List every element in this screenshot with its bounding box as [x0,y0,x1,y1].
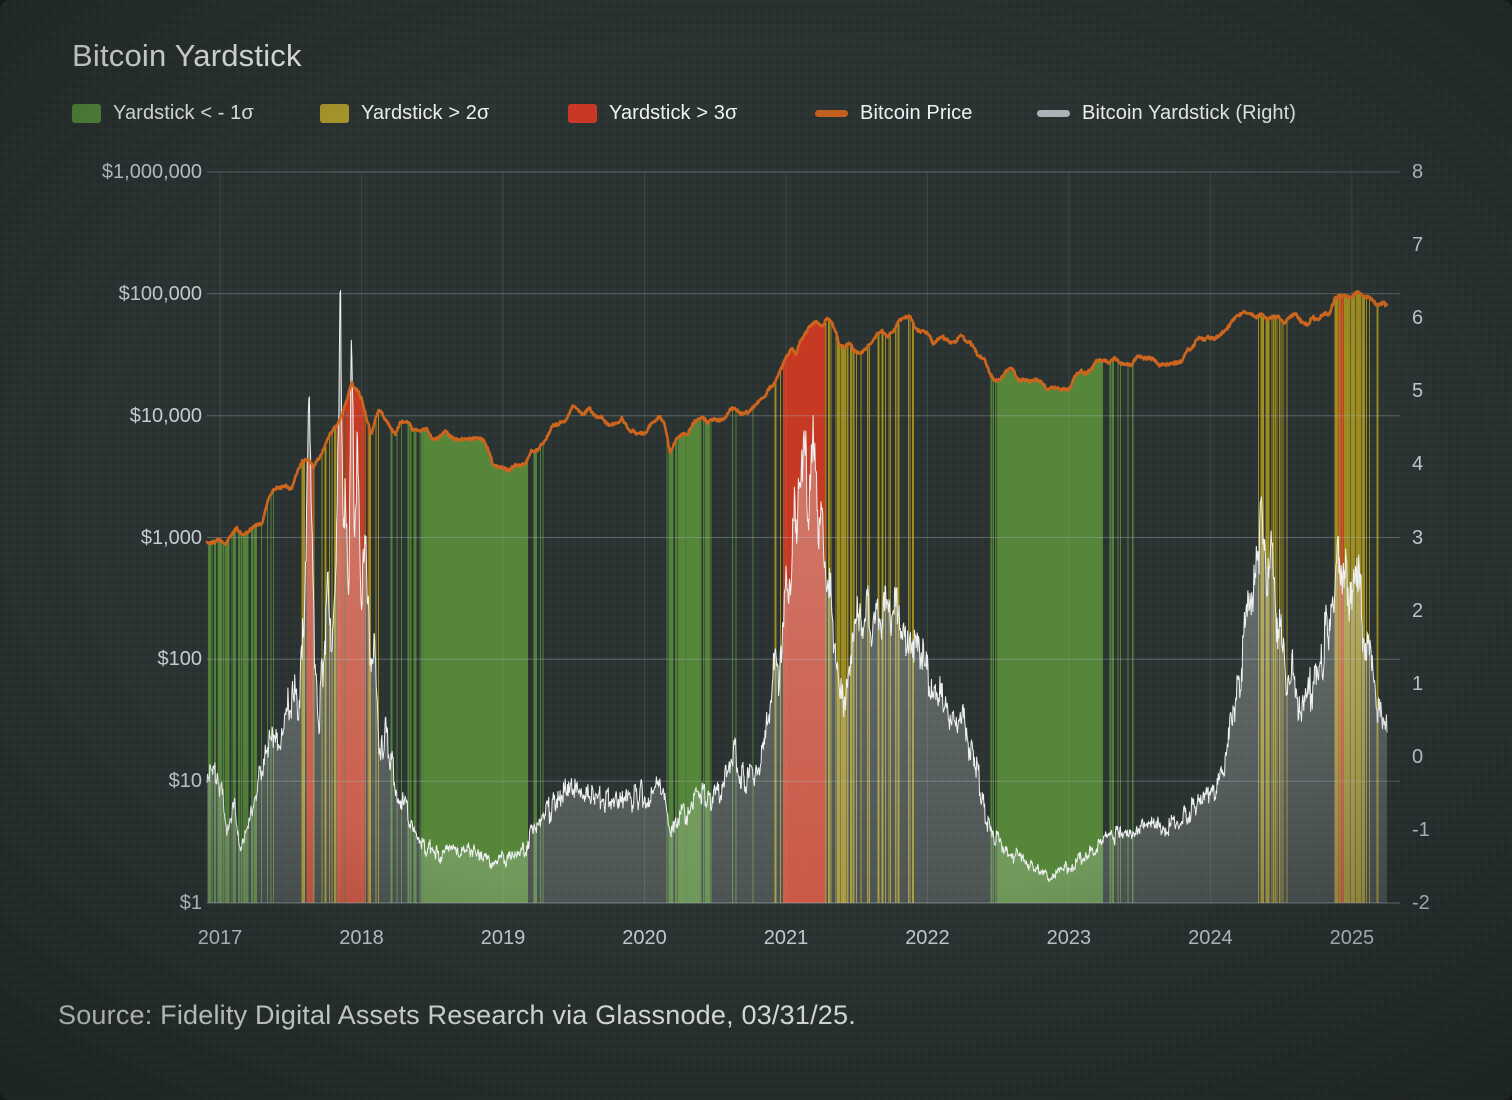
green-swatch-icon [72,104,101,123]
legend-item-bitcoin-yardstick: Bitcoin Yardstick (Right) [1037,99,1296,127]
left-axis-tick: $10,000 [60,404,202,428]
x-axis-tick: 2017 [180,926,260,950]
legend-label: Bitcoin Yardstick (Right) [1082,102,1296,125]
x-axis-tick: 2025 [1312,926,1392,950]
right-axis-tick: 4 [1412,452,1423,476]
legend: Yardstick < - 1σ Yardstick > 2σ Yardstic… [0,99,1512,127]
gray-line-swatch-icon [1037,110,1070,117]
left-axis-tick: $1,000 [60,526,202,550]
right-axis-tick: -2 [1412,891,1430,915]
x-axis-tick: 2020 [604,926,684,950]
legend-item-bitcoin-price: Bitcoin Price [815,99,972,127]
x-axis-tick: 2021 [746,926,826,950]
legend-label: Yardstick > 2σ [361,102,489,125]
right-axis-tick: 7 [1412,233,1423,257]
right-axis-tick: -1 [1412,818,1430,842]
left-axis-tick: $100 [60,647,202,671]
right-axis-tick: 0 [1412,745,1423,769]
right-axis-tick: 8 [1412,160,1423,184]
red-swatch-icon [568,104,597,123]
yellow-swatch-icon [320,104,349,123]
bitcoin-yardstick-slide: Bitcoin Yardstick Yardstick < - 1σ Yards… [0,0,1512,1100]
right-axis-tick: 6 [1412,306,1423,330]
x-axis-tick: 2024 [1170,926,1250,950]
left-axis-tick: $10 [60,769,202,793]
legend-label: Bitcoin Price [860,102,972,125]
legend-label: Yardstick < - 1σ [113,102,254,125]
legend-label: Yardstick > 3σ [609,102,737,125]
right-axis-tick: 5 [1412,379,1423,403]
page-title: Bitcoin Yardstick [72,38,302,74]
left-axis-tick: $1 [60,891,202,915]
left-axis-tick: $100,000 [60,282,202,306]
right-axis-tick: 3 [1412,526,1423,550]
x-axis-tick: 2018 [322,926,402,950]
x-axis-tick: 2022 [887,926,967,950]
source-note: Source: Fidelity Digital Assets Research… [58,1000,856,1031]
x-axis-tick: 2019 [463,926,543,950]
legend-item-yardstick-below-neg1: Yardstick < - 1σ [72,99,254,127]
legend-item-yardstick-above-3: Yardstick > 3σ [568,99,737,127]
x-axis-tick: 2023 [1029,926,1109,950]
legend-item-yardstick-above-2: Yardstick > 2σ [320,99,489,127]
right-axis-tick: 1 [1412,672,1423,696]
right-axis-tick: 2 [1412,599,1423,623]
orange-line-swatch-icon [815,110,848,117]
left-axis-tick: $1,000,000 [60,160,202,184]
